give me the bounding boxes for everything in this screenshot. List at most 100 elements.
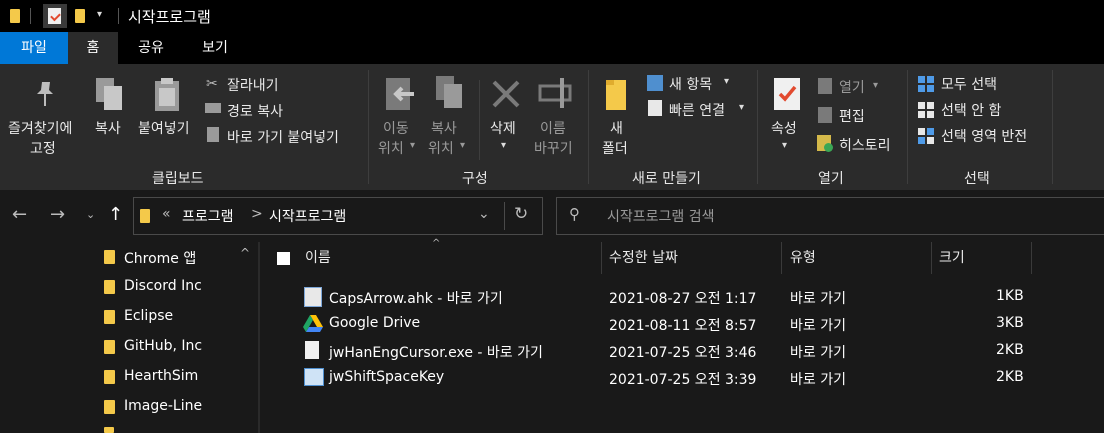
rename-button[interactable]: 이름 xyxy=(540,118,566,138)
new-folder-icon xyxy=(604,76,628,112)
new-folder-button[interactable]: 새 xyxy=(610,118,623,138)
separator xyxy=(30,8,31,24)
folder-icon xyxy=(104,370,115,384)
file-name: jwShiftSpaceKey xyxy=(329,369,445,385)
forward-arrow-icon[interactable]: → xyxy=(50,204,65,225)
group-clipboard-label: 클립보드 xyxy=(152,171,204,187)
delete-button[interactable]: 삭제 xyxy=(490,118,516,138)
move-to-icon xyxy=(384,76,418,114)
table-row[interactable]: jwHanEngCursor.exe - 바로 가기 2021-07-25 오전… xyxy=(300,337,1040,364)
nav-item-label: HearthSim xyxy=(124,368,199,384)
pane-splitter[interactable] xyxy=(258,242,260,433)
nav-item-label: Image-Line xyxy=(124,398,203,414)
new-folder-quick-icon[interactable] xyxy=(75,9,85,23)
pin-quick-access-button[interactable]: 즐겨찾기에 xyxy=(8,118,72,138)
refresh-icon[interactable]: ↻ xyxy=(514,204,528,224)
easy-access-icon xyxy=(648,100,662,116)
copy-button[interactable]: 복사 xyxy=(95,118,121,138)
column-divider[interactable] xyxy=(1031,242,1032,274)
group-separator xyxy=(368,70,369,184)
column-header-type[interactable]: 유형 xyxy=(790,247,816,273)
paste-button[interactable]: 붙여넣기 xyxy=(138,118,190,138)
table-row[interactable]: Google Drive 2021-08-11 오전 8:57 바로 가기 3K… xyxy=(300,310,1040,337)
breadcrumb-overflow[interactable]: « xyxy=(162,206,171,222)
address-field[interactable]: « 프로그램 > 시작프로그램 ⌄ ↻ xyxy=(133,197,543,235)
sort-ascending-icon: ^ xyxy=(432,238,441,249)
file-modified: 2021-07-25 오전 3:39 xyxy=(609,372,757,388)
new-folder-label2: 폴더 xyxy=(602,141,628,157)
properties-button[interactable]: 속성 xyxy=(771,118,797,138)
easy-access-button[interactable]: 빠른 연결 xyxy=(669,100,725,120)
column-header-name[interactable]: 이름 xyxy=(305,247,331,273)
new-item-button[interactable]: 새 항목 xyxy=(669,74,712,94)
breadcrumb-startup[interactable]: 시작프로그램 xyxy=(269,206,346,226)
chevron-down-icon: ▾ xyxy=(739,102,745,113)
breadcrumb-separator[interactable]: > xyxy=(251,206,263,222)
properties-quick-icon[interactable] xyxy=(43,4,67,28)
file-name: Google Drive xyxy=(329,315,421,331)
file-type: 바로 가기 xyxy=(790,318,846,334)
move-to-label2: 위치 xyxy=(378,141,404,157)
column-divider[interactable] xyxy=(601,242,602,274)
recent-locations-chevron-icon[interactable]: ⌄ xyxy=(86,208,95,221)
scissors-icon: ✂ xyxy=(206,76,218,92)
invert-selection-button[interactable]: 선택 영역 반전 xyxy=(941,126,1027,146)
move-to-button[interactable]: 이동 xyxy=(383,118,409,138)
file-modified: 2021-07-25 오전 3:46 xyxy=(609,345,757,361)
chevron-down-icon: ▾ xyxy=(501,140,507,151)
customize-quick-access-icon[interactable]: ▾ xyxy=(97,9,102,20)
file-size: 2KB xyxy=(996,342,1024,358)
address-dropdown-chevron-icon[interactable]: ⌄ xyxy=(478,206,490,222)
copy-icon xyxy=(94,76,128,114)
exe-shortcut-icon xyxy=(305,341,319,359)
tab-view[interactable]: 보기 xyxy=(188,32,242,64)
group-separator xyxy=(588,70,589,184)
nav-item-label: GitHub, Inc xyxy=(124,338,203,354)
file-type: 바로 가기 xyxy=(790,291,846,307)
ribbon-tabs: 파일 홈 공유 보기 xyxy=(0,32,1104,64)
back-arrow-icon[interactable]: ← xyxy=(12,204,27,225)
folder-icon xyxy=(104,280,115,294)
table-row[interactable]: CapsArrow.ahk - 바로 가기 2021-08-27 오전 1:17… xyxy=(300,283,1040,310)
group-organize-label: 구성 xyxy=(462,171,488,187)
column-header-size[interactable]: 크기 xyxy=(939,247,965,273)
table-row[interactable]: jwShiftSpaceKey 2021-07-25 오전 3:39 바로 가기… xyxy=(300,364,1040,391)
copy-path-button[interactable]: 경로 복사 xyxy=(227,101,283,121)
select-none-button[interactable]: 선택 안 함 xyxy=(941,100,1001,120)
search-field[interactable]: ⚲ 시작프로그램 검색 xyxy=(556,197,1104,235)
up-arrow-icon[interactable]: ↑ xyxy=(108,204,123,225)
cut-button[interactable]: 잘라내기 xyxy=(227,75,279,95)
edit-button[interactable]: 편집 xyxy=(839,106,865,126)
nav-item-label: Chrome 앱 xyxy=(124,251,197,267)
select-none-icon xyxy=(918,102,934,118)
tab-home[interactable]: 홈 xyxy=(68,32,118,64)
paste-shortcut-button[interactable]: 바로 가기 붙여넣기 xyxy=(227,127,339,147)
history-button[interactable]: 히스토리 xyxy=(839,135,891,155)
file-type: 바로 가기 xyxy=(790,345,846,361)
file-size: 1KB xyxy=(996,288,1024,304)
copy-to-icon xyxy=(434,74,468,114)
chevron-down-icon: ▾ xyxy=(782,140,788,151)
file-name: CapsArrow.ahk - 바로 가기 xyxy=(329,291,503,307)
tab-share[interactable]: 공유 xyxy=(124,32,178,64)
select-all-checkbox[interactable] xyxy=(277,252,290,265)
select-all-button[interactable]: 모두 선택 xyxy=(941,74,997,94)
search-placeholder: 시작프로그램 검색 xyxy=(607,209,715,225)
pin-quick-access-label2: 고정 xyxy=(30,141,56,157)
separator xyxy=(118,8,119,24)
group-separator xyxy=(907,70,908,184)
group-select-label: 선택 xyxy=(964,171,990,187)
copy-to-button[interactable]: 복사 xyxy=(431,118,457,138)
open-button[interactable]: 열기 xyxy=(839,77,865,97)
folder-icon xyxy=(104,250,115,264)
folder-icon xyxy=(104,310,115,324)
column-divider[interactable] xyxy=(781,242,782,274)
file-modified: 2021-08-11 오전 8:57 xyxy=(609,318,757,334)
breadcrumb-programs[interactable]: 프로그램 xyxy=(182,206,234,226)
nav-scroll-up-icon[interactable]: ^ xyxy=(240,246,250,260)
group-open-label: 열기 xyxy=(818,171,844,187)
group-separator xyxy=(757,70,758,184)
tab-file[interactable]: 파일 xyxy=(0,32,68,64)
column-header-modified[interactable]: 수정한 날짜 xyxy=(609,247,678,273)
column-divider[interactable] xyxy=(931,242,932,274)
